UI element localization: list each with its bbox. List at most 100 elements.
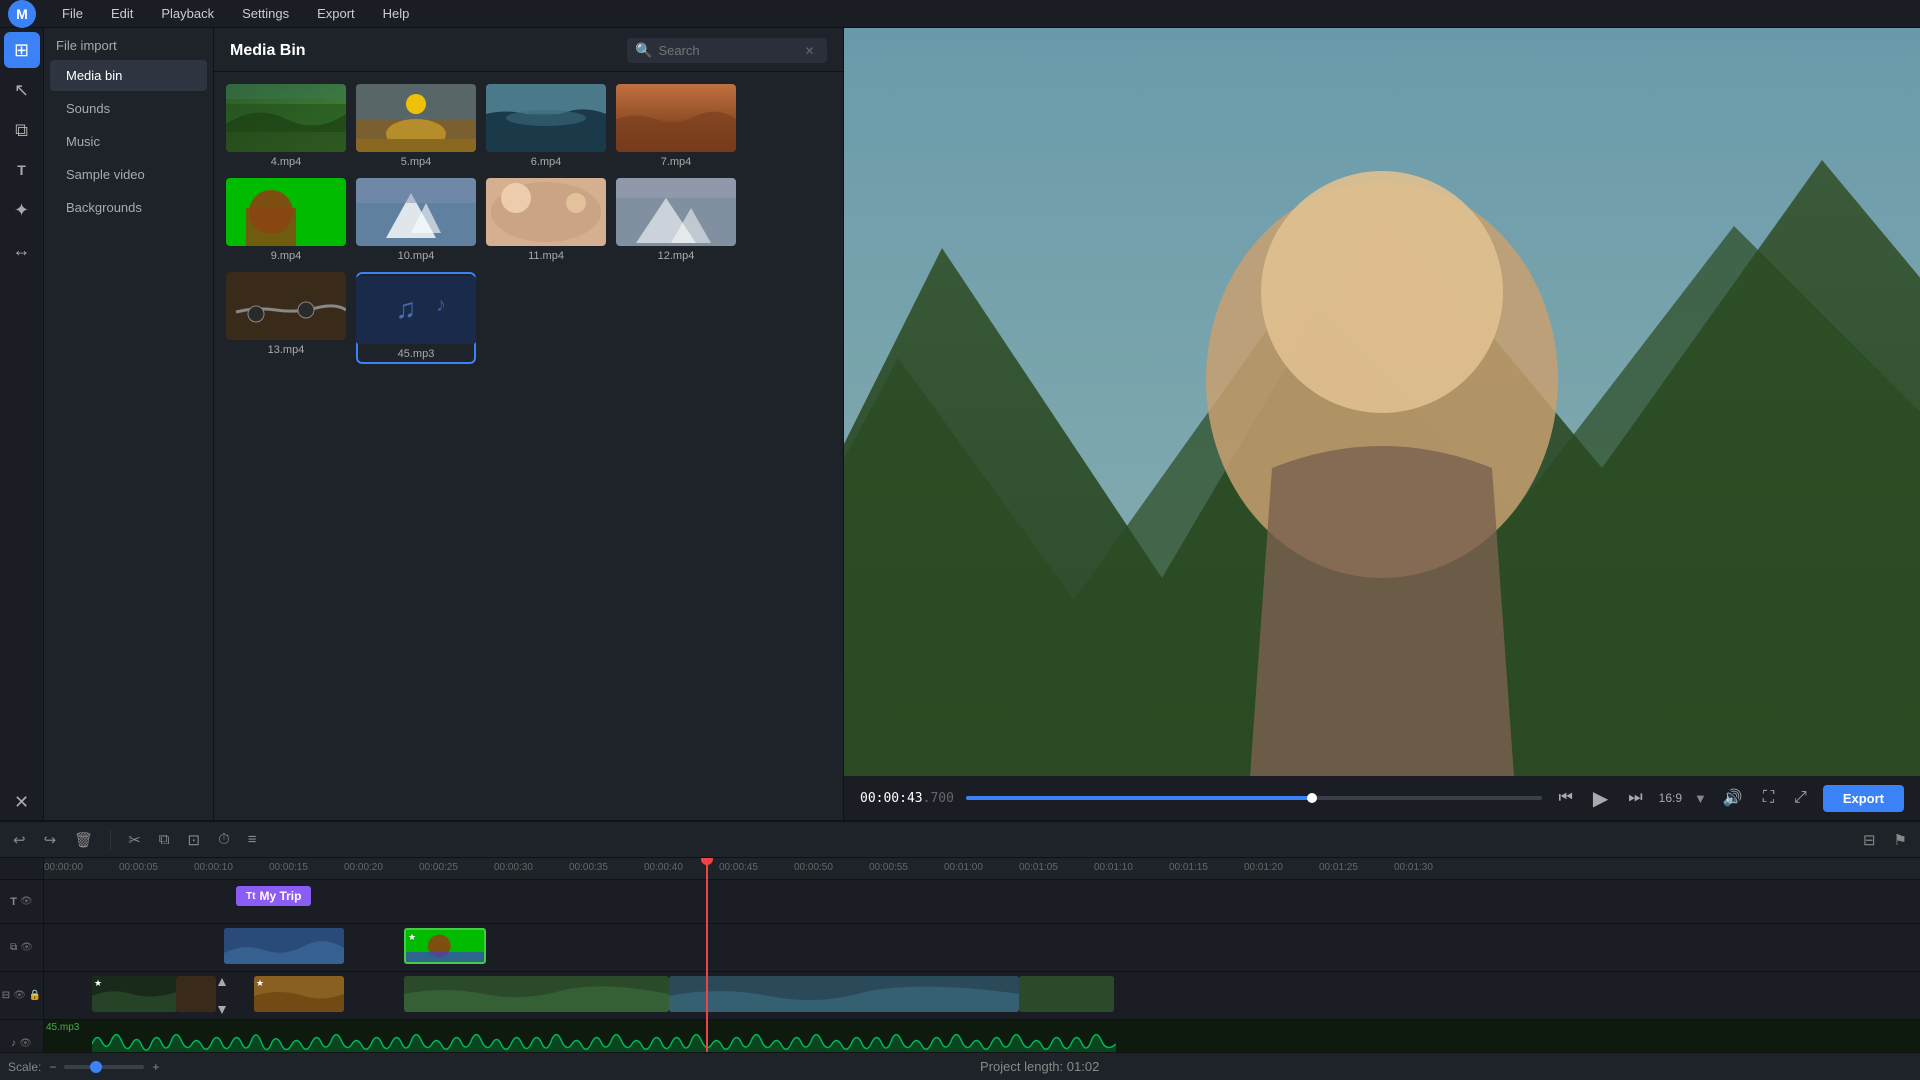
- menu-settings[interactable]: Settings: [236, 4, 295, 23]
- skip-back-button[interactable]: ⏮: [1554, 787, 1576, 809]
- media-label-5mp4: 5.mp4: [401, 156, 432, 168]
- scale-plus-icon[interactable]: +: [152, 1060, 159, 1074]
- media-label-6mp4: 6.mp4: [531, 156, 562, 168]
- text-track-icon[interactable]: T: [10, 896, 17, 908]
- ruler-tick-14: 00:01:10: [1094, 862, 1133, 873]
- media-item-4mp4[interactable]: 4.mp4: [226, 84, 346, 168]
- sidebar-cursor-icon[interactable]: ↖: [4, 72, 40, 108]
- ruler-tick-4: 00:00:20: [344, 862, 383, 873]
- text-track-eye-icon[interactable]: 👁: [20, 896, 33, 907]
- nav-sample-video[interactable]: Sample video: [50, 159, 207, 190]
- sidebar-text-icon[interactable]: T: [4, 152, 40, 188]
- text-clip[interactable]: Tt My Trip: [236, 886, 311, 906]
- sidebar-layers-icon[interactable]: ⧉: [4, 112, 40, 148]
- time-display: 00:00:43.700: [860, 791, 954, 806]
- expand-button[interactable]: ⤢: [1790, 787, 1811, 809]
- media-item-5mp4[interactable]: 5.mp4: [356, 84, 476, 168]
- media-label-11mp4: 11.mp4: [528, 250, 564, 262]
- menu-file[interactable]: File: [56, 4, 89, 23]
- menu-edit[interactable]: Edit: [105, 4, 139, 23]
- main-clip-6[interactable]: [1019, 976, 1114, 1012]
- speed-button[interactable]: ⏱: [213, 828, 235, 851]
- search-input[interactable]: [658, 43, 798, 58]
- sidebar-effects-icon[interactable]: ✦: [4, 192, 40, 228]
- menu-export[interactable]: Export: [311, 4, 361, 23]
- audio-track-eye-icon[interactable]: 👁: [19, 1038, 32, 1049]
- progress-bar[interactable]: [966, 796, 1543, 800]
- align-button[interactable]: ≡: [243, 828, 262, 851]
- ruler-tick-13: 00:01:05: [1019, 862, 1058, 873]
- timeline-toolbar: ↩ ↪ 🗑 ✂ ⧉ ⊡ ⏱ ≡ ⊟ ⚑: [0, 822, 1920, 858]
- audio-track-icon[interactable]: ♪: [11, 1038, 16, 1049]
- icon-sidebar: ⊞ ↖ ⧉ T ✦ ↔ ✕: [0, 28, 44, 820]
- scale-slider[interactable]: [64, 1065, 144, 1069]
- nav-media-bin[interactable]: Media bin: [50, 60, 207, 91]
- marker-button[interactable]: ⚑: [1889, 828, 1912, 852]
- main-track-icon[interactable]: ⊟: [2, 990, 10, 1001]
- overlay-track-icon[interactable]: ⧉: [10, 942, 17, 953]
- ruler-tick-1: 00:00:05: [119, 862, 158, 873]
- search-bar: 🔍 ✕: [627, 38, 827, 63]
- media-item-10mp4[interactable]: 10.mp4: [356, 178, 476, 262]
- cut-button[interactable]: ✂: [123, 828, 146, 852]
- redo-button[interactable]: ↪: [39, 828, 62, 852]
- trim-button[interactable]: ⊡: [183, 828, 206, 852]
- main-clip-5[interactable]: [669, 976, 1019, 1012]
- preview-area: 00:00:43.700 ⏮ ▶ ⏭ 16:9 ▼ 🔊 ⛶ ⤢ Export: [844, 28, 1920, 820]
- project-length: Project length: 01:02: [980, 1059, 1099, 1074]
- menu-playback[interactable]: Playback: [155, 4, 220, 23]
- ruler-tick-10: 00:00:50: [794, 862, 833, 873]
- media-item-12mp4[interactable]: 12.mp4: [616, 178, 736, 262]
- main-clip-4[interactable]: [404, 976, 669, 1012]
- menubar: M File Edit Playback Settings Export Hel…: [0, 0, 1920, 28]
- nav-music[interactable]: Music: [50, 126, 207, 157]
- media-item-9mp4[interactable]: 9.mp4: [226, 178, 346, 262]
- playhead[interactable]: [706, 858, 708, 1052]
- ruler-tick-8: 00:00:40: [644, 862, 683, 873]
- media-item-6mp4[interactable]: 6.mp4: [486, 84, 606, 168]
- snap-button[interactable]: ⊟: [1858, 828, 1881, 852]
- app-logo: M: [8, 0, 36, 28]
- sidebar-import-icon[interactable]: ⊞: [4, 32, 40, 68]
- overlay-clip-2[interactable]: ★: [404, 928, 486, 964]
- file-import-header[interactable]: File import: [44, 28, 213, 59]
- ruler-tick-16: 00:01:20: [1244, 862, 1283, 873]
- media-item-7mp4[interactable]: 7.mp4: [616, 84, 736, 168]
- main-clip-2[interactable]: [176, 976, 216, 1012]
- main-clip-1[interactable]: ★: [92, 976, 177, 1012]
- menu-help[interactable]: Help: [377, 4, 416, 23]
- file-panel: File import Media bin Sounds Music Sampl…: [44, 28, 214, 820]
- search-icon: 🔍: [635, 42, 652, 59]
- media-label-13mp4: 13.mp4: [268, 344, 305, 356]
- delete-button[interactable]: 🗑: [69, 828, 98, 852]
- timeline-area: ↩ ↪ 🗑 ✂ ⧉ ⊡ ⏱ ≡ ⊟ ⚑ T 👁 ⧉ 👁: [0, 820, 1920, 1080]
- volume-button[interactable]: 🔊: [1719, 786, 1747, 810]
- main-clip-3[interactable]: ★: [254, 976, 344, 1012]
- main-track-lock-icon[interactable]: 🔒: [29, 990, 41, 1001]
- skip-forward-button[interactable]: ⏭: [1624, 787, 1646, 809]
- media-label-12mp4: 12.mp4: [658, 250, 695, 262]
- main-track-eye-icon[interactable]: 👁: [13, 990, 26, 1001]
- scale-label: Scale:: [8, 1060, 41, 1074]
- aspect-ratio-label: 16:9: [1659, 791, 1682, 805]
- media-item-11mp4[interactable]: 11.mp4: [486, 178, 606, 262]
- media-grid: 4.mp4 5.mp4: [214, 72, 843, 376]
- svg-text:♪: ♪: [436, 294, 446, 316]
- fullscreen-button[interactable]: ⛶: [1759, 787, 1778, 809]
- search-clear-icon[interactable]: ✕: [804, 44, 814, 58]
- overlay-clip-1[interactable]: [224, 928, 344, 964]
- media-item-45mp3[interactable]: ♫ ♪ 45.mp3: [356, 272, 476, 364]
- media-item-13mp4[interactable]: 13.mp4: [226, 272, 346, 364]
- scale-minus-icon[interactable]: −: [49, 1060, 56, 1074]
- sidebar-transitions-icon[interactable]: ↔: [4, 232, 40, 268]
- nav-sounds[interactable]: Sounds: [50, 93, 207, 124]
- nav-backgrounds[interactable]: Backgrounds: [50, 192, 207, 223]
- sidebar-close-icon[interactable]: ✕: [4, 784, 40, 820]
- copy-button[interactable]: ⧉: [154, 828, 175, 851]
- undo-button[interactable]: ↩: [8, 828, 31, 852]
- preview-video: [844, 28, 1920, 776]
- overlay-track-eye-icon[interactable]: 👁: [20, 942, 33, 953]
- export-button[interactable]: Export: [1823, 785, 1904, 812]
- play-button[interactable]: ▶: [1589, 784, 1612, 813]
- scale-bar: Scale: − + Project length: 01:02: [0, 1052, 1920, 1080]
